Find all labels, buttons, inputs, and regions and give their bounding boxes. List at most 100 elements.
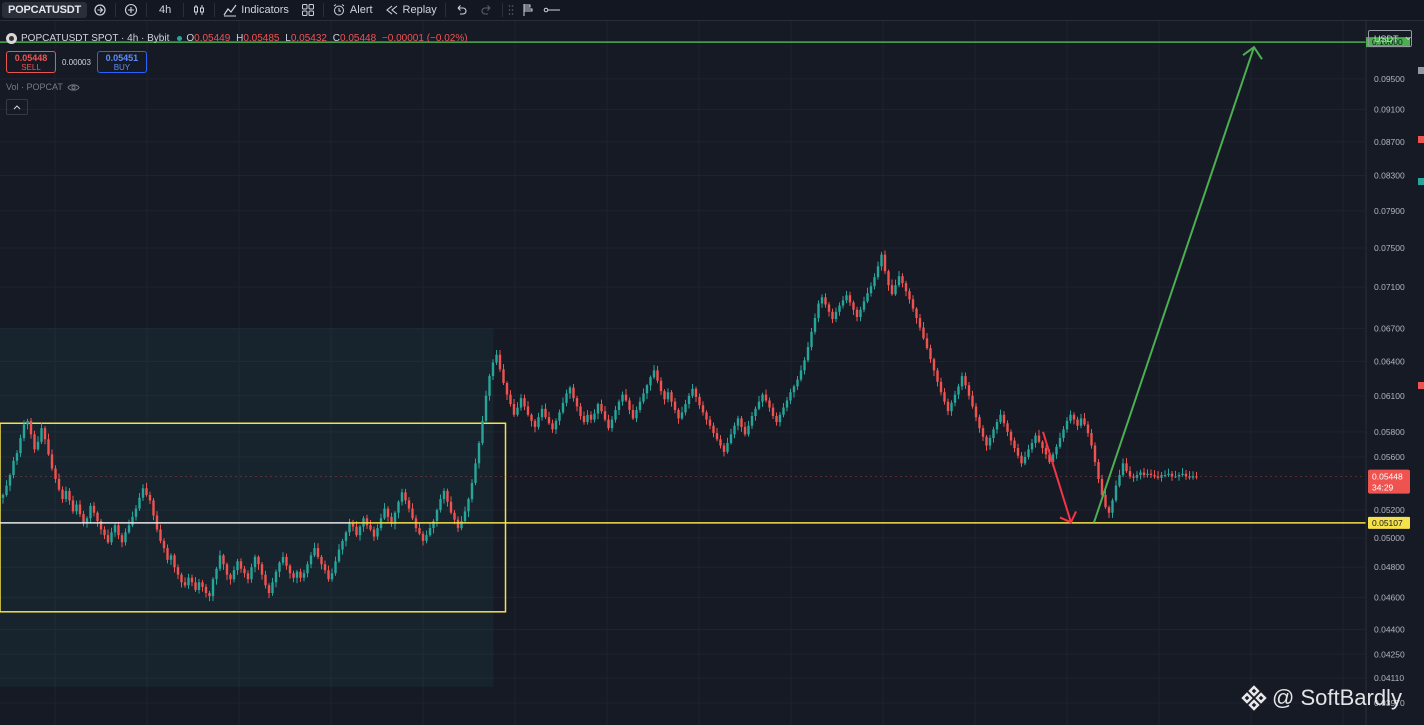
candle-body — [992, 429, 995, 439]
candle-body — [491, 362, 495, 377]
candle-body — [166, 548, 169, 560]
candle-body — [530, 414, 533, 421]
interval-button[interactable]: 4h — [149, 1, 181, 19]
candle-body — [502, 369, 505, 383]
price-chart[interactable]: 0.09500 0.09100 0.08700 0.08300 0.07900 0.075… — [0, 21, 1424, 725]
watermark-text: @ SoftBardly — [1272, 685, 1402, 710]
long-position-tool-button[interactable] — [517, 1, 539, 19]
plus-circle-icon — [124, 3, 138, 17]
sell-button[interactable]: 0.05448 SELL — [6, 51, 56, 73]
candle-body — [225, 564, 229, 575]
candle-body — [736, 418, 740, 426]
indicators-button[interactable]: Indicators — [217, 1, 295, 19]
symbol-search-button[interactable]: POPCATUSDT — [2, 2, 87, 18]
replay-button[interactable]: Replay — [379, 1, 443, 19]
candle-body — [190, 577, 194, 583]
candle-body — [607, 419, 610, 429]
candle-body — [817, 303, 820, 319]
countdown-label: 34:29 — [1372, 483, 1394, 493]
candle-body — [309, 555, 313, 565]
candle-body — [278, 562, 281, 572]
candle-body — [778, 414, 782, 423]
buy-sell-panel: 0.05448 SELL 0.00003 0.05451 BUY — [6, 51, 147, 73]
candle-body — [911, 299, 915, 309]
eye-icon[interactable] — [67, 83, 80, 92]
price-tick-label: 0.04250 — [1374, 649, 1405, 659]
candle-body — [810, 331, 813, 348]
candle-body — [614, 409, 617, 420]
candle-body — [96, 512, 99, 522]
candle-body — [985, 436, 988, 446]
candle-body — [92, 505, 96, 513]
candle-body — [1167, 473, 1170, 476]
toolbar-divider — [183, 3, 185, 17]
collapse-legend-button[interactable] — [6, 99, 28, 115]
candle-body — [481, 420, 484, 444]
candle-body — [834, 311, 838, 320]
candle-body — [148, 494, 152, 501]
candle-body — [960, 376, 964, 387]
candle-body — [1006, 423, 1009, 432]
candle-body — [761, 394, 764, 402]
horizontal-ray-tool-button[interactable] — [539, 1, 565, 19]
candle-body — [880, 254, 883, 267]
sell-label: SELL — [21, 63, 41, 72]
candle-body — [1086, 424, 1090, 434]
candle-body — [117, 525, 120, 536]
candle-body — [554, 420, 558, 430]
compare-button[interactable] — [87, 1, 113, 19]
candle-body — [453, 512, 456, 520]
candle-body — [330, 573, 334, 580]
candle-body — [1170, 473, 1174, 477]
templates-button[interactable] — [295, 1, 321, 19]
candle-body — [694, 388, 698, 397]
buy-button[interactable]: 0.05451 BUY — [96, 51, 147, 73]
candle-body — [376, 528, 379, 537]
candle-body — [152, 500, 155, 516]
candle-body — [243, 568, 246, 574]
low-label: L — [285, 32, 291, 44]
candle-body — [495, 354, 498, 363]
low-value: 0.05432 — [290, 32, 327, 44]
candle-body — [110, 532, 113, 543]
undo-icon — [457, 5, 467, 15]
candle-body — [901, 276, 904, 284]
close-label: C — [332, 32, 340, 44]
candle-body — [372, 529, 376, 537]
candle-body — [302, 573, 306, 578]
candle-body — [775, 415, 778, 423]
price-tick-label: 0.06400 — [1374, 356, 1405, 366]
spread-value: 0.00003 — [62, 57, 91, 67]
candle-body — [943, 392, 946, 402]
candle-body — [887, 271, 890, 286]
undo-button[interactable] — [448, 1, 474, 19]
price-tick-label: 0.04400 — [1374, 624, 1405, 634]
volume-label: Vol · POPCAT — [6, 82, 63, 92]
currency-selector[interactable]: USDT — [1368, 30, 1412, 47]
candle-body — [789, 392, 792, 401]
candle-body — [236, 561, 239, 571]
alert-button[interactable]: Alert — [326, 1, 379, 19]
add-symbol-button[interactable] — [118, 1, 144, 19]
chart-type-button[interactable] — [186, 1, 212, 19]
drag-handle[interactable] — [505, 1, 517, 19]
candle-body — [369, 525, 372, 530]
candle-body — [404, 492, 407, 501]
candle-body — [138, 497, 141, 509]
candle-body — [859, 309, 862, 317]
candle-body — [498, 354, 502, 370]
candle-body — [1100, 478, 1104, 495]
candle-body — [537, 417, 540, 427]
price-tick-label: 0.05800 — [1374, 427, 1405, 437]
candle-body — [803, 360, 806, 371]
toolbar-divider — [214, 3, 216, 17]
candle-body — [47, 439, 50, 455]
candle-body — [264, 574, 267, 586]
price-tick-label: 0.04110 — [1374, 673, 1404, 683]
candle-body — [397, 501, 400, 513]
candle-body — [194, 582, 197, 590]
candle-body — [176, 567, 180, 575]
candle-body — [442, 490, 446, 500]
redo-button[interactable] — [474, 1, 500, 19]
candle-body — [589, 414, 593, 420]
